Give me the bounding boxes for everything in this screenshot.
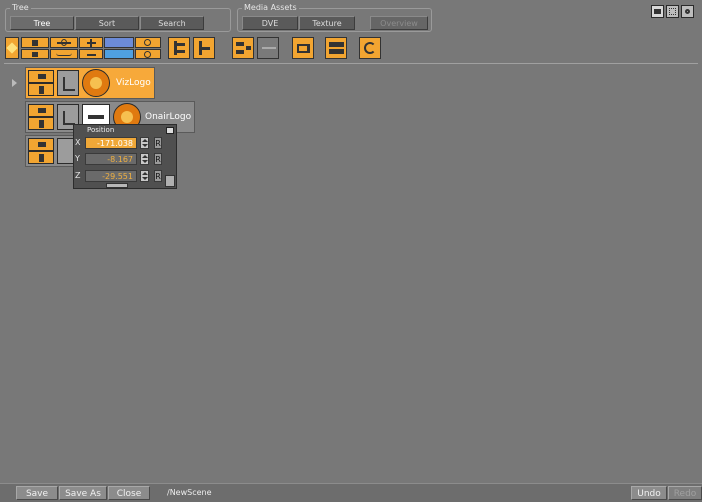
position-z-stepper[interactable]: [140, 170, 149, 182]
export-icon[interactable]: [292, 37, 314, 59]
close-button[interactable]: Close: [108, 486, 150, 500]
align-icon[interactable]: [325, 37, 347, 59]
save-as-button[interactable]: Save As: [59, 486, 107, 500]
merge-container-icon[interactable]: [21, 37, 49, 48]
tab-overview[interactable]: Overview: [370, 16, 428, 30]
group-container-icon[interactable]: [28, 138, 54, 151]
scroll-arrow-icon[interactable]: [165, 175, 175, 187]
media-assets-group: Media Assets DVE Texture Overview: [237, 3, 432, 32]
tab-tree[interactable]: Tree: [10, 16, 74, 30]
position-y-reset-button[interactable]: R: [154, 153, 162, 165]
axis-z-label: Z: [75, 171, 81, 180]
group-container-icon[interactable]: [28, 104, 54, 117]
tab-search[interactable]: Search: [140, 16, 204, 30]
close-icon[interactable]: [166, 127, 174, 134]
panel-resize-handle[interactable]: [106, 183, 128, 188]
material-sphere-icon[interactable]: [82, 69, 110, 97]
position-panel-title: Position: [87, 126, 115, 134]
position-y-stepper[interactable]: [140, 153, 149, 165]
position-x-reset-button[interactable]: R: [154, 137, 162, 149]
group-container-icon[interactable]: [28, 70, 54, 83]
hierarchy-icon[interactable]: [232, 37, 254, 59]
zoom-in-icon[interactable]: [135, 37, 161, 48]
person-icon[interactable]: [28, 117, 54, 130]
person-icon[interactable]: [28, 151, 54, 164]
position-x-stepper[interactable]: [140, 137, 149, 149]
image-icon-2[interactable]: [104, 49, 134, 59]
tree-expand-icon[interactable]: [168, 37, 190, 59]
tree-group: Tree Tree Sort Search: [5, 3, 231, 32]
refresh-icon[interactable]: [359, 37, 381, 59]
expand-arrow-icon[interactable]: [12, 79, 17, 87]
node-label: VizLogo: [116, 78, 151, 88]
position-panel: Position X -171.038 R Y -8.167 R Z -29.5…: [73, 124, 177, 189]
save-button[interactable]: Save: [16, 486, 58, 500]
tab-dve[interactable]: DVE: [242, 16, 298, 30]
settings-icon[interactable]: [681, 5, 694, 18]
wave-icon[interactable]: [50, 49, 78, 59]
remove-container-icon[interactable]: [79, 49, 103, 59]
tree-group-title: Tree: [10, 3, 31, 13]
merge-container-icon-2[interactable]: [21, 49, 49, 59]
transform-axis-icon[interactable]: [57, 70, 79, 96]
split-container-icon[interactable]: [50, 37, 78, 48]
position-y-field[interactable]: -8.167: [85, 153, 137, 165]
tree-collapse-icon[interactable]: [193, 37, 215, 59]
axis-x-label: X: [75, 138, 81, 147]
zoom-out-icon[interactable]: [135, 49, 161, 59]
tab-sort[interactable]: Sort: [75, 16, 139, 30]
position-z-field[interactable]: -29.551: [85, 170, 137, 182]
undo-button[interactable]: Undo: [631, 486, 667, 500]
graph-icon[interactable]: [257, 37, 279, 59]
image-icon[interactable]: [104, 37, 134, 48]
scene-path: /NewScene: [167, 488, 212, 497]
application-window: Tree Tree Sort Search Media Assets DVE T…: [0, 0, 702, 502]
toolbar-divider: [4, 63, 698, 64]
position-x-field[interactable]: -171.038: [85, 137, 137, 149]
add-container-icon[interactable]: [79, 37, 103, 48]
media-assets-group-title: Media Assets: [242, 3, 299, 13]
tab-texture[interactable]: Texture: [299, 16, 355, 30]
grid-icon[interactable]: [666, 5, 679, 18]
position-z-reset-button[interactable]: R: [154, 170, 162, 182]
tree-node-vizlogo[interactable]: VizLogo: [25, 67, 155, 99]
person-icon[interactable]: [28, 83, 54, 96]
redo-button[interactable]: Redo: [668, 486, 702, 500]
axis-y-label: Y: [75, 154, 80, 163]
monitor-icon[interactable]: [651, 5, 664, 18]
bottom-bar: Save Save As Close /NewScene Undo Redo: [0, 483, 702, 502]
favorite-star-icon[interactable]: [5, 37, 19, 59]
